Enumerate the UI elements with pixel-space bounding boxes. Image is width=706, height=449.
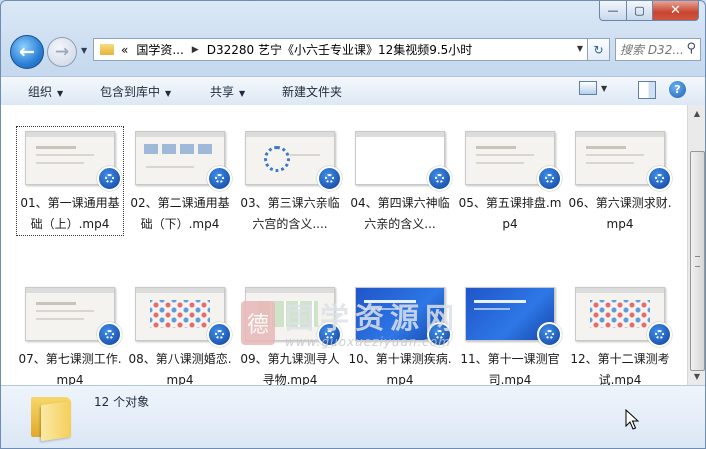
video-thumbnail — [462, 127, 562, 191]
help-button[interactable]: ? — [669, 81, 686, 98]
scroll-thumb[interactable] — [690, 151, 705, 371]
address-dropdown-icon[interactable]: ▼ — [577, 44, 583, 53]
video-thumbnail — [22, 127, 122, 191]
search-box[interactable]: ⚲ — [615, 38, 701, 61]
file-item[interactable]: 04、第四课六神临六亲的含义... — [347, 127, 453, 235]
file-name: 04、第四课六神临六亲的含义... — [350, 196, 450, 231]
video-player-badge-icon — [97, 322, 122, 347]
video-thumbnail — [352, 127, 452, 191]
video-player-badge-icon — [317, 166, 342, 191]
file-item[interactable]: 12、第十二课测考试.mp4 — [567, 283, 673, 385]
file-name: 08、第八课测婚恋.mp4 — [128, 352, 232, 385]
video-thumbnail — [132, 127, 232, 191]
file-name: 12、第十二课测考试.mp4 — [570, 352, 670, 385]
close-button[interactable]: ✕ — [653, 1, 699, 21]
file-name: 11、第十一课测官司.mp4 — [460, 352, 560, 385]
file-item[interactable]: 03、第三课六亲临六宫的含义.... — [237, 127, 343, 235]
breadcrumb-separator-icon[interactable]: ▶ — [192, 45, 199, 55]
chevron-down-icon: ▼ — [57, 89, 64, 98]
video-player-badge-icon — [647, 166, 672, 191]
refresh-button[interactable]: ↻ — [588, 38, 610, 61]
file-name: 06、第六课测求财.mp4 — [568, 196, 672, 231]
file-name: 05、第五课排盘.mp4 — [458, 196, 562, 231]
video-thumbnail — [572, 283, 672, 347]
include-library-label: 包含到库中 — [100, 85, 161, 99]
breadcrumb-parent[interactable]: 国学资... — [136, 41, 183, 58]
file-item[interactable]: 06、第六课测求财.mp4 — [567, 127, 673, 235]
file-item[interactable]: 05、第五课排盘.mp4 — [457, 127, 563, 235]
address-chevron[interactable]: « — [121, 43, 128, 57]
refresh-icon: ↻ — [593, 42, 604, 57]
file-item[interactable]: 07、第七课测工作.mp4 — [17, 283, 123, 385]
watermark-text: 国学资源网 — [285, 301, 461, 335]
organize-label: 组织 — [28, 85, 53, 99]
video-player-badge-icon — [427, 166, 452, 191]
video-player-badge-icon — [537, 322, 562, 347]
file-item[interactable]: 02、第二课通用基础（下）.mp4 — [127, 127, 233, 235]
new-folder-button[interactable]: 新建文件夹 — [282, 83, 342, 100]
video-player-badge-icon — [207, 322, 232, 347]
search-icon[interactable]: ⚲ — [686, 41, 696, 56]
vertical-scrollbar[interactable]: ▲ ▼ — [687, 105, 705, 385]
address-bar[interactable]: « 国学资... ▶ D32280 艺宁《小六壬专业课》12集视频9.5小时 ▼ — [93, 38, 588, 61]
chevron-down-icon: ▼ — [601, 83, 608, 93]
video-player-badge-icon — [647, 322, 672, 347]
breadcrumb-current[interactable]: D32280 艺宁《小六壬专业课》12集视频9.5小时 — [207, 41, 473, 58]
help-icon: ? — [674, 83, 681, 96]
change-view-button[interactable]: ▼ — [579, 81, 607, 95]
preview-pane-button[interactable] — [638, 81, 656, 99]
item-count: 12 个对象 — [94, 395, 150, 409]
view-icon — [579, 81, 597, 95]
back-button[interactable]: ← — [10, 35, 44, 69]
scroll-up-button[interactable]: ▲ — [688, 105, 705, 122]
file-item[interactable]: 01、第一课通用基础（上）.mp4 — [16, 126, 124, 236]
video-thumbnail — [242, 127, 342, 191]
file-name: 02、第二课通用基础（下）.mp4 — [130, 196, 230, 231]
organize-menu[interactable]: 组织 ▼ — [28, 83, 63, 100]
video-player-badge-icon — [97, 166, 122, 191]
video-thumbnail — [572, 127, 672, 191]
file-name: 01、第一课通用基础（上）.mp4 — [20, 196, 120, 231]
video-thumbnail — [22, 283, 122, 347]
file-item[interactable]: 08、第八课测婚恋.mp4 — [127, 283, 233, 385]
forward-button[interactable]: → — [47, 37, 77, 67]
details-pane: 12 个对象 — [1, 385, 705, 448]
watermark-seal: 德 — [241, 301, 275, 345]
back-arrow-icon: ← — [19, 41, 35, 63]
explorer-window: — ▢ ✕ ← → ▼ « 国学资... ▶ D32280 艺宁《小六壬专业课》… — [0, 0, 706, 449]
chevron-down-icon: ▼ — [165, 89, 172, 98]
scroll-down-button[interactable]: ▼ — [688, 368, 705, 385]
grip-icon — [695, 256, 700, 267]
mouse-cursor-icon — [625, 409, 639, 430]
folder-icon — [100, 44, 114, 55]
file-name: 09、第九课测寻人寻物.mp4 — [240, 352, 340, 385]
include-in-library-menu[interactable]: 包含到库中 ▼ — [100, 83, 171, 100]
video-player-badge-icon — [537, 166, 562, 191]
watermark-url: www.guoxueziyuan.com — [285, 335, 451, 349]
folder-icon — [31, 393, 71, 442]
folder-front-shape — [41, 400, 71, 442]
command-bar: 组织 ▼ 包含到库中 ▼ 共享 ▼ 新建文件夹 ▼ ? — [1, 76, 705, 106]
file-list[interactable]: 01、第一课通用基础（上）.mp4 02、第二课通用基础（下）.mp4 03、第三课… — [1, 105, 687, 385]
share-menu[interactable]: 共享 ▼ — [210, 83, 245, 100]
video-player-badge-icon — [207, 166, 232, 191]
site-watermark: 德国学资源网 www.guoxueziyuan.com — [241, 297, 501, 353]
video-thumbnail — [132, 283, 232, 347]
forward-arrow-icon: → — [54, 42, 70, 62]
search-input[interactable] — [620, 42, 686, 57]
file-name: 07、第七课测工作.mp4 — [18, 352, 122, 385]
file-name: 10、第十课测疾病.mp4 — [348, 352, 452, 385]
caption-buttons: — ▢ ✕ — [599, 1, 699, 21]
maximize-button[interactable]: ▢ — [627, 1, 653, 21]
chevron-down-icon: ▼ — [239, 89, 246, 98]
recent-pages-dropdown[interactable]: ▼ — [81, 46, 87, 55]
share-label: 共享 — [210, 85, 235, 99]
file-name: 03、第三课六亲临六宫的含义.... — [240, 196, 340, 231]
minimize-button[interactable]: — — [599, 1, 627, 21]
